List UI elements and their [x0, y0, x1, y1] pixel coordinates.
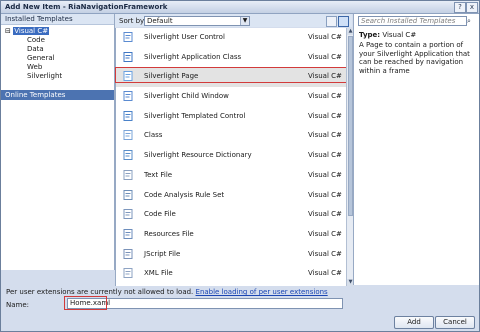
- template-list-panel: Sort by: Default ▼ Silverlight User Cont…: [115, 14, 352, 289]
- templates-tree-panel: Installed Templates ⊟ Visual C# Code Dat…: [1, 14, 115, 270]
- templated-control-icon: [123, 110, 133, 121]
- type-label: Type:: [359, 31, 381, 39]
- add-button[interactable]: Add: [394, 316, 434, 329]
- template-item-type: Visual C#: [308, 151, 342, 160]
- tree-item-data[interactable]: Data: [1, 45, 114, 54]
- resources-file-icon: [123, 228, 133, 239]
- template-item-name: Code Analysis Rule Set: [144, 190, 225, 199]
- details-panel: Search Installed Templates ⌕ Type: Visua…: [353, 14, 479, 285]
- template-item-name: JScript File: [144, 249, 181, 258]
- template-description: A Page to contain a portion of your Silv…: [359, 41, 470, 75]
- template-item[interactable]: Silverlight Child Window Visual C#: [116, 87, 347, 107]
- installed-templates-header[interactable]: Installed Templates: [1, 14, 114, 25]
- template-tree: ⊟ Visual C# Code Data General Web Silver…: [1, 25, 114, 81]
- search-icon[interactable]: ⌕: [467, 17, 475, 25]
- template-item[interactable]: Silverlight User Control Visual C#: [116, 28, 347, 48]
- resource-dictionary-icon: [123, 150, 133, 161]
- collapse-icon[interactable]: ⊟: [5, 27, 11, 36]
- cancel-button[interactable]: Cancel: [435, 316, 475, 329]
- template-item-name: Silverlight Page: [144, 72, 199, 81]
- template-item-name: XML File: [144, 269, 173, 278]
- rule-set-icon: [123, 189, 133, 200]
- template-item-name: Class: [144, 131, 163, 140]
- template-item-type: Visual C#: [308, 33, 342, 41]
- jscript-file-icon: [123, 248, 133, 259]
- template-item-name: Silverlight Application Class: [144, 52, 242, 61]
- close-button[interactable]: x: [466, 2, 478, 13]
- search-templates-input[interactable]: Search Installed Templates: [358, 16, 467, 26]
- app-class-icon: [123, 51, 133, 62]
- online-templates-header[interactable]: Online Templates: [1, 90, 114, 100]
- template-item-type: Visual C#: [308, 249, 342, 258]
- template-item-type: Visual C#: [308, 72, 342, 81]
- template-item[interactable]: Silverlight Templated Control Visual C#: [116, 107, 347, 127]
- name-input[interactable]: Home.xaml: [67, 298, 343, 309]
- tree-item-label: Visual C#: [13, 27, 50, 35]
- sort-by-dropdown[interactable]: Default ▼: [144, 16, 250, 26]
- template-item[interactable]: Class Visual C#: [116, 126, 347, 146]
- template-item[interactable]: JScript File Visual C#: [116, 245, 347, 265]
- type-line: Type: Visual C#: [359, 31, 416, 39]
- template-item[interactable]: Silverlight Page Visual C#: [116, 67, 347, 88]
- tree-item-visual-csharp[interactable]: ⊟ Visual C#: [1, 27, 114, 36]
- template-item-type: Visual C#: [308, 269, 342, 278]
- template-item-type: Visual C#: [308, 229, 342, 238]
- tree-item-web[interactable]: Web: [1, 63, 114, 72]
- template-list: Silverlight User Control Visual C# Silverl…: [115, 28, 348, 289]
- template-item-type: Visual C#: [308, 131, 342, 140]
- policy-text: Per user extensions are currently not al…: [6, 288, 194, 296]
- tree-item-silverlight[interactable]: Silverlight: [1, 72, 114, 81]
- enable-extensions-link[interactable]: Enable loading of per user extensions: [196, 288, 328, 296]
- template-item-name: Silverlight Resource Dictionary: [144, 151, 252, 160]
- sort-by-value: Default: [147, 17, 173, 25]
- list-view-button[interactable]: [338, 16, 349, 27]
- title-bar: Add New Item - RiaNavigationFramework ? …: [1, 1, 479, 14]
- template-item-type: Visual C#: [308, 92, 342, 101]
- template-item-type: Visual C#: [308, 111, 342, 120]
- bottom-bar: Per user extensions are currently not al…: [1, 286, 479, 331]
- template-item-type: Visual C#: [308, 170, 342, 179]
- template-item-type: Visual C#: [308, 190, 342, 199]
- template-item[interactable]: XML File Visual C#: [116, 264, 347, 284]
- template-item-name: Silverlight Templated Control: [144, 111, 246, 120]
- template-item-type: Visual C#: [308, 52, 342, 61]
- template-item[interactable]: Silverlight Application Class Visual C#: [116, 48, 347, 68]
- add-new-item-dialog: Add New Item - RiaNavigationFramework ? …: [0, 0, 480, 332]
- sort-bar: Sort by: Default ▼: [115, 14, 352, 27]
- xml-file-icon: [123, 268, 133, 279]
- text-file-icon: [123, 169, 133, 180]
- template-item-name: Silverlight User Control: [144, 33, 225, 41]
- template-item[interactable]: Resources File Visual C#: [116, 225, 347, 245]
- page-icon: [123, 71, 133, 82]
- template-item-name: Resources File: [144, 229, 194, 238]
- template-item[interactable]: Silverlight Resource Dictionary Visual C#: [116, 146, 347, 166]
- template-item-name: Text File: [144, 170, 173, 179]
- template-item-type: Visual C#: [308, 210, 342, 219]
- tree-item-general[interactable]: General: [1, 54, 114, 63]
- help-button[interactable]: ?: [454, 2, 466, 13]
- chevron-down-icon[interactable]: ▼: [240, 17, 249, 25]
- dialog-title: Add New Item - RiaNavigationFramework: [5, 3, 168, 11]
- template-item-name: Silverlight Child Window: [144, 92, 229, 101]
- template-item[interactable]: Text File Visual C#: [116, 166, 347, 186]
- child-window-icon: [123, 91, 133, 102]
- sort-by-label: Sort by:: [119, 17, 147, 25]
- code-file-icon: [123, 209, 133, 220]
- template-item[interactable]: Code Analysis Rule Set Visual C#: [116, 186, 347, 206]
- user-control-icon: [123, 32, 133, 42]
- small-icons-view-button[interactable]: [326, 16, 337, 27]
- extension-policy: Per user extensions are currently not al…: [6, 288, 328, 296]
- template-item-name: Code File: [144, 210, 176, 219]
- class-icon: [123, 130, 133, 141]
- name-label: Name:: [6, 301, 30, 309]
- template-item[interactable]: Code File Visual C#: [116, 205, 347, 225]
- type-value: Visual C#: [382, 31, 417, 39]
- tree-item-code[interactable]: Code: [1, 36, 114, 45]
